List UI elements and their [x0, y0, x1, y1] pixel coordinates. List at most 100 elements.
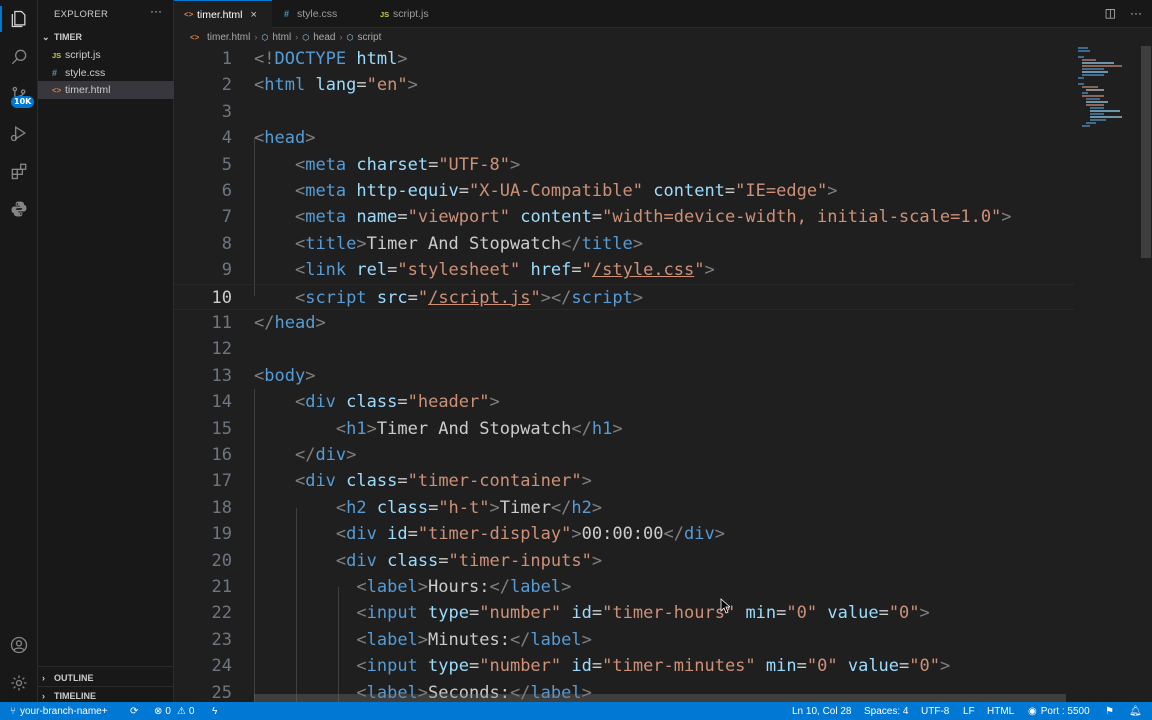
- breadcrumb-separator: ›: [339, 32, 343, 42]
- code-line: 6 <meta http-equiv="X-UA-Compatible" con…: [221, 181, 838, 201]
- code-line: 15 <h1>Timer And Stopwatch</h1>: [211, 418, 623, 439]
- code-line: 21 <label>Hours:</label>: [211, 577, 572, 597]
- tab-label: style.css: [297, 8, 338, 20]
- broadcast-icon: ◉: [1028, 705, 1037, 717]
- code-line: 13 <body>: [211, 365, 316, 386]
- code-line: 8 <title>Timer And Stopwatch</title>: [221, 233, 644, 254]
- live-server-port[interactable]: ◉ Port : 5500: [1028, 702, 1090, 720]
- tab-timer-html[interactable]: <> timer.html ×: [174, 0, 272, 28]
- element-icon: ⬡: [302, 32, 310, 42]
- file-name: timer.html: [65, 84, 111, 96]
- notifications-bell-icon[interactable]: 🔔︎: [1129, 702, 1142, 720]
- code-line: 12: [211, 339, 232, 360]
- branch-indicator[interactable]: ⑂ your-branch-name+: [10, 702, 108, 720]
- code-line: 4 <head>: [221, 128, 316, 149]
- html-file-icon: <>: [52, 85, 62, 95]
- horizontal-scrollbar-thumb[interactable]: [254, 694, 1066, 702]
- code-line: 5 <meta charset="UTF-8">: [221, 154, 521, 175]
- folder-header-timer[interactable]: ⌄ TIMER: [38, 28, 174, 46]
- code-line: 1 <!DOCTYPE html>: [221, 49, 408, 69]
- breadcrumb-separator: ›: [295, 32, 299, 42]
- explorer-sidebar: EXPLORER ··· ⌄ TIMER JS script.js # styl…: [38, 0, 174, 702]
- chevron-right-icon: ›: [42, 690, 45, 701]
- split-editor-icon[interactable]: ◫: [1105, 6, 1116, 20]
- python-icon[interactable]: [0, 192, 38, 226]
- editor-tabs: <> timer.html × # style.css JS script.js…: [174, 0, 1152, 28]
- mouse-pointer-icon: [720, 598, 730, 614]
- code-line: 17 <div class="timer-container">: [211, 471, 592, 492]
- code-line: 9 <link rel="stylesheet" href="/style.cs…: [221, 260, 715, 281]
- tab-style-css[interactable]: # style.css: [274, 0, 366, 28]
- code-line: 11 </head>: [211, 313, 326, 333]
- breadcrumb-file[interactable]: timer.html: [207, 32, 250, 43]
- problems-indicator[interactable]: ⊗ 0 ⚠ 0: [154, 702, 194, 720]
- code-line: 3: [221, 101, 232, 122]
- code-line: 14 <div class="header">: [211, 392, 500, 413]
- account-icon[interactable]: [0, 628, 38, 662]
- branch-name: your-branch-name+: [20, 705, 108, 717]
- js-file-icon: JS: [380, 9, 390, 19]
- error-count: 0: [165, 705, 171, 717]
- activity-bar: 10K: [0, 0, 38, 702]
- tab-label: timer.html: [197, 8, 243, 21]
- file-item-timer-html[interactable]: <> timer.html: [38, 81, 174, 99]
- breadcrumb: <> timer.html › ⬡ html › ⬡ head › ⬡ scri…: [190, 29, 381, 45]
- explorer-icon[interactable]: [0, 2, 38, 36]
- warning-icon: ⚠: [176, 705, 186, 717]
- settings-gear-icon[interactable]: [0, 666, 38, 700]
- language-mode[interactable]: HTML: [987, 702, 1014, 720]
- file-item-style-css[interactable]: # style.css: [38, 64, 174, 82]
- timeline-label: TIMELINE: [54, 690, 96, 701]
- code-line: 2 <html lang="en">: [221, 75, 418, 96]
- chevron-right-icon: ›: [42, 673, 45, 683]
- outline-label: OUTLINE: [54, 673, 94, 683]
- end-of-line[interactable]: LF: [963, 702, 975, 720]
- tab-label: script.js: [393, 8, 429, 20]
- breadcrumb-separator: ›: [254, 32, 258, 42]
- more-actions-icon[interactable]: ···: [1130, 6, 1142, 20]
- code-line-current: 10 <script src="/script.js"></script>: [174, 283, 1074, 310]
- file-item-script-js[interactable]: JS script.js: [38, 46, 174, 64]
- close-icon[interactable]: ×: [251, 9, 257, 21]
- minimap[interactable]: [1074, 46, 1140, 146]
- element-icon: ⬡: [346, 32, 354, 42]
- sidebar-bottom-panels: › OUTLINE › TIMELINE: [38, 666, 174, 701]
- code-line: 7 <meta name="viewport" content="width=d…: [221, 207, 1012, 228]
- run-debug-icon[interactable]: [0, 116, 38, 150]
- file-name: script.js: [65, 49, 101, 61]
- indentation[interactable]: Spaces: 4: [864, 702, 908, 720]
- breadcrumb-script[interactable]: script: [357, 32, 381, 43]
- html-file-icon: <>: [184, 10, 194, 19]
- tab-script-js[interactable]: JS script.js: [370, 0, 466, 28]
- search-icon[interactable]: [0, 40, 38, 74]
- js-file-icon: JS: [52, 50, 62, 60]
- sync-icon[interactable]: ⟳: [130, 702, 138, 720]
- chevron-down-icon: ⌄: [42, 31, 50, 42]
- code-line: 19 <div id="timer-display">00:00:00</div…: [211, 524, 725, 545]
- code-line: 23 <label>Minutes:</label>: [211, 629, 592, 650]
- html-file-icon: <>: [190, 32, 200, 42]
- cursor-position[interactable]: Ln 10, Col 28: [792, 702, 852, 720]
- git-branch-icon: ⑂: [10, 705, 16, 717]
- source-control-badge: 10K: [11, 96, 35, 108]
- code-line: 24 <input type="number" id="timer-minute…: [211, 656, 951, 677]
- outline-section[interactable]: › OUTLINE: [38, 669, 174, 687]
- element-icon: ⬡: [261, 32, 269, 42]
- lightning-icon[interactable]: ϟ: [212, 702, 217, 720]
- editor-actions: ◫ ···: [1105, 6, 1142, 20]
- file-name: style.css: [65, 67, 106, 79]
- code-line: 16 </div>: [211, 445, 357, 465]
- breadcrumb-head[interactable]: head: [313, 32, 335, 43]
- breadcrumb-html[interactable]: html: [272, 32, 291, 43]
- feedback-icon[interactable]: ⚑: [1105, 702, 1114, 720]
- encoding[interactable]: UTF-8: [921, 702, 949, 720]
- code-line: 18 <h2 class="h-t">Timer</h2>: [211, 497, 603, 518]
- extensions-icon[interactable]: [0, 154, 38, 188]
- more-actions-icon[interactable]: ···: [150, 4, 162, 18]
- vertical-scrollbar-thumb[interactable]: [1141, 46, 1151, 258]
- code-line: 22 <input type="number" id="timer-hours"…: [211, 603, 930, 624]
- vertical-scrollbar[interactable]: [1140, 46, 1152, 702]
- sidebar-title: EXPLORER: [54, 9, 109, 20]
- code-editor[interactable]: 1 <!DOCTYPE html> 2 <html lang="en"> 3 4 <h…: [174, 46, 1074, 702]
- css-file-icon: #: [52, 68, 58, 78]
